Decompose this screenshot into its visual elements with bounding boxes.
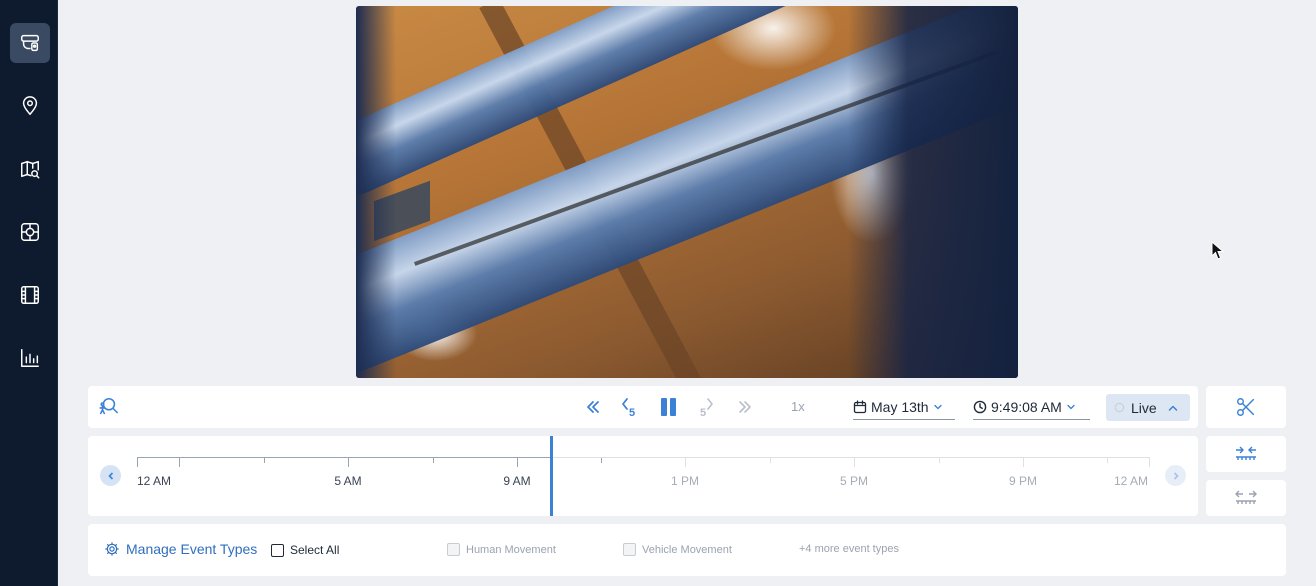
timeline[interactable]: 12 AM 5 AM 9 AM 1 PM 5 PM 9 PM 12 AM bbox=[88, 436, 1198, 516]
live-label: Live bbox=[1131, 399, 1157, 416]
timeline-label: 9 PM bbox=[1008, 474, 1038, 488]
double-chevron-right-icon bbox=[739, 401, 751, 413]
chevron-right-icon bbox=[1173, 471, 1179, 480]
time-value: 9:49:08 AM bbox=[991, 399, 1062, 415]
map-search-icon bbox=[21, 160, 40, 179]
person-search-icon bbox=[99, 397, 118, 415]
timeline-zoom-in-button[interactable] bbox=[1206, 436, 1286, 472]
clip-scissors-button[interactable] bbox=[1206, 386, 1286, 428]
playback-controls: 5 5 1x May 13th 9:49:08 AM Live bbox=[88, 386, 1198, 428]
film-icon bbox=[21, 286, 39, 304]
sidebar-item-access[interactable] bbox=[10, 212, 50, 252]
back-5-seconds-button[interactable]: 5 bbox=[619, 396, 639, 418]
timeline-label: 12 AM bbox=[136, 474, 172, 488]
back-5-icon: 5 bbox=[622, 398, 635, 418]
chevron-down-icon bbox=[933, 404, 942, 410]
pause-icon bbox=[661, 398, 676, 416]
timeline-tick bbox=[1023, 457, 1024, 467]
time-selector[interactable]: 9:49:08 AM bbox=[973, 395, 1090, 420]
event-filter-bar: Manage Event Types Select All Human Move… bbox=[88, 524, 1286, 576]
gear-icon bbox=[105, 542, 119, 556]
timeline-label: 1 PM bbox=[670, 474, 700, 488]
sidebar-item-clips[interactable] bbox=[10, 275, 50, 315]
timeline-tick bbox=[517, 457, 518, 467]
vehicle-movement-checkbox[interactable]: Vehicle Movement bbox=[623, 543, 732, 556]
playback-speed[interactable]: 1x bbox=[791, 399, 805, 414]
sidebar-item-locations[interactable] bbox=[10, 86, 50, 126]
chevron-left-icon bbox=[107, 471, 113, 480]
timeline-next-button[interactable] bbox=[1165, 465, 1186, 486]
camera-video-feed[interactable] bbox=[356, 6, 1018, 378]
timeline-tick bbox=[1149, 457, 1150, 467]
timeline-zoom-out-icon bbox=[1235, 490, 1257, 504]
pause-button[interactable] bbox=[658, 396, 680, 418]
checkbox[interactable] bbox=[447, 543, 460, 556]
sidebar-item-reports[interactable] bbox=[10, 338, 50, 378]
sidebar bbox=[0, 0, 58, 586]
svg-text:5: 5 bbox=[700, 407, 706, 418]
mouse-cursor-icon bbox=[1211, 241, 1225, 260]
clock-icon bbox=[973, 400, 987, 414]
human-movement-checkbox[interactable]: Human Movement bbox=[447, 543, 556, 556]
select-all-label: Select All bbox=[290, 543, 340, 557]
more-event-types-link[interactable]: +4 more event types bbox=[799, 543, 899, 555]
forward-5-seconds-button[interactable]: 5 bbox=[698, 396, 718, 418]
chevron-up-icon bbox=[1168, 405, 1177, 411]
chevron-down-icon bbox=[1067, 404, 1075, 410]
sidebar-item-cameras[interactable] bbox=[10, 23, 50, 63]
forward-5-icon: 5 bbox=[700, 398, 713, 418]
timeline-tick bbox=[264, 457, 265, 463]
rewind-button[interactable] bbox=[582, 396, 604, 418]
timeline-tick bbox=[348, 457, 349, 467]
timeline-label: 12 AM bbox=[1113, 474, 1149, 488]
calendar-icon bbox=[853, 400, 867, 414]
timeline-tick bbox=[179, 457, 180, 467]
vehicle-movement-label: Vehicle Movement bbox=[642, 543, 732, 556]
timeline-label: 5 PM bbox=[839, 474, 869, 488]
live-button[interactable]: Live bbox=[1106, 394, 1190, 421]
select-all-checkbox[interactable]: Select All bbox=[271, 543, 339, 557]
timeline-prev-button[interactable] bbox=[100, 465, 121, 486]
timeline-zoom-out-button[interactable] bbox=[1206, 480, 1286, 516]
timeline-tick bbox=[433, 457, 434, 463]
manage-event-types-label: Manage Event Types bbox=[126, 541, 258, 557]
sidebar-item-map-search[interactable] bbox=[10, 149, 50, 189]
scissors-icon bbox=[1237, 398, 1255, 416]
timeline-tick bbox=[137, 457, 138, 467]
timeline-tick bbox=[854, 457, 855, 467]
bar-chart-icon bbox=[21, 349, 39, 367]
timeline-label: 5 AM bbox=[334, 474, 362, 488]
main-area: 5 5 1x May 13th 9:49:08 AM Live 12 AM 5 … bbox=[58, 0, 1316, 586]
checkbox[interactable] bbox=[271, 543, 284, 557]
person-search-button[interactable] bbox=[96, 396, 120, 418]
checkbox[interactable] bbox=[623, 543, 636, 556]
manage-event-types-link[interactable]: Manage Event Types bbox=[104, 541, 257, 557]
camera-icon bbox=[21, 34, 39, 52]
date-value: May 13th bbox=[871, 399, 929, 415]
human-movement-label: Human Movement bbox=[466, 543, 556, 556]
timeline-future-axis bbox=[551, 457, 1149, 458]
date-selector[interactable]: May 13th bbox=[853, 395, 955, 420]
timeline-zoom-in-icon bbox=[1236, 446, 1256, 460]
svg-text:5: 5 bbox=[629, 407, 635, 418]
timeline-label: 9 AM bbox=[503, 474, 531, 488]
timeline-tick bbox=[685, 457, 686, 467]
location-pin-icon bbox=[22, 96, 38, 115]
timeline-playhead[interactable] bbox=[550, 436, 553, 516]
live-spinner-icon bbox=[1114, 402, 1125, 413]
fast-forward-button[interactable] bbox=[734, 396, 756, 418]
access-control-icon bbox=[21, 223, 39, 241]
double-chevron-left-icon bbox=[587, 401, 599, 413]
